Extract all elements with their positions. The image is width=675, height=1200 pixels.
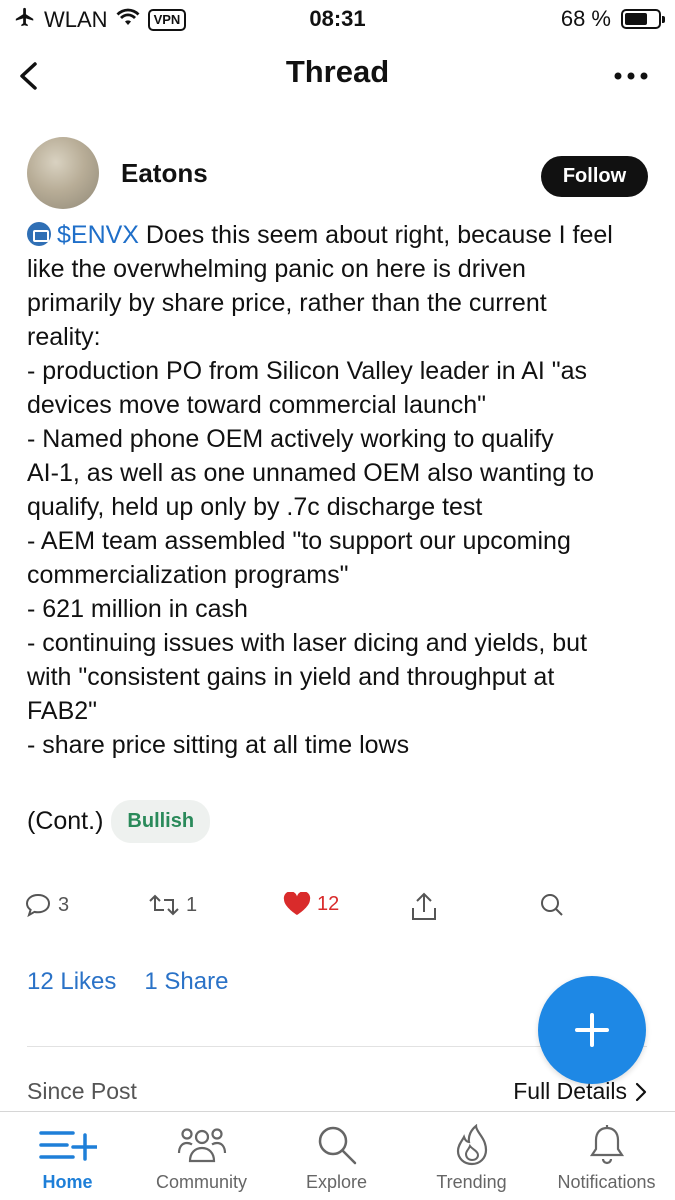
magnifier-icon: [541, 894, 563, 916]
tab-notifications-label: Notifications: [557, 1172, 656, 1192]
sentiment-badge: Bullish: [111, 800, 211, 843]
plus-icon: [575, 1013, 609, 1047]
comment-count: 3: [58, 893, 70, 916]
tab-home-label: Home: [42, 1172, 93, 1192]
post-stats: 12 Likes 1 Share: [27, 968, 228, 996]
post-line: - Named phone OEM actively working to qu…: [27, 425, 554, 453]
page-title: Thread: [285, 54, 390, 89]
tab-explore-label: Explore: [305, 1172, 368, 1192]
post-line: - AEM team assembled "to support our upc…: [27, 527, 571, 555]
tab-community[interactable]: Community: [134, 1122, 269, 1193]
since-post-label: Since Post: [27, 1078, 137, 1104]
full-details-link[interactable]: Full Details: [513, 1078, 647, 1105]
home-feed-icon: [38, 1131, 97, 1161]
avatar[interactable]: [27, 137, 99, 209]
post-actions: 3 1 12: [24, 892, 654, 932]
tab-notifications[interactable]: Notifications: [539, 1122, 674, 1193]
shares-link[interactable]: 1 Share: [144, 968, 228, 996]
nav-bar: Thread: [0, 40, 675, 112]
author-name[interactable]: Eatons: [121, 158, 208, 189]
compose-fab[interactable]: [538, 976, 646, 1084]
share-button[interactable]: [410, 892, 438, 922]
continued-label: (Cont.): [27, 807, 104, 835]
search-icon: [318, 1126, 356, 1165]
battery-icon: [621, 9, 665, 29]
post-line: - share price sitting at all time lows: [27, 731, 410, 759]
ticker-logo-icon: [27, 222, 51, 246]
like-count: 12: [317, 892, 340, 915]
status-right: 68 %: [560, 6, 665, 32]
post-line: FAB2": [27, 697, 98, 725]
tab-explore[interactable]: Explore: [269, 1122, 404, 1193]
post-line: primarily by share price, rather than th…: [27, 289, 547, 317]
search-post-button[interactable]: [539, 892, 565, 918]
like-button[interactable]: 12: [283, 892, 339, 916]
post-line: reality:: [27, 323, 101, 351]
reshare-count: 1: [186, 893, 198, 916]
post-body: $ENVX Does this seem about right, becaus…: [27, 218, 652, 762]
more-options-button[interactable]: [609, 58, 653, 94]
tab-bar: Home Community Explore Trending Notifica…: [0, 1111, 675, 1200]
follow-button[interactable]: Follow: [541, 156, 648, 197]
ticker-link[interactable]: $ENVX: [57, 221, 139, 249]
post-line: with "consistent gains in yield and thro…: [27, 663, 555, 691]
tab-home[interactable]: Home: [0, 1122, 135, 1193]
post-line: like the overwhelming panic on here is d…: [27, 255, 526, 283]
post-line: - 621 million in cash: [27, 595, 248, 623]
reshare-button[interactable]: 1: [148, 892, 197, 918]
tab-trending-label: Trending: [436, 1172, 507, 1192]
post-line: - continuing issues with laser dicing an…: [27, 629, 588, 657]
chevron-right-icon: [635, 1082, 647, 1101]
ellipsis-icon: [614, 72, 648, 80]
post-line-0: $ENVX Does this seem about right, becaus…: [27, 218, 652, 252]
post-line: AI-1, as well as one unnamed OEM also wa…: [27, 459, 594, 487]
post-line: - production PO from Silicon Valley lead…: [27, 357, 588, 385]
comment-icon: [25, 893, 51, 918]
share-icon: [412, 892, 436, 920]
post-line: devices move toward commercial launch": [27, 391, 487, 419]
status-bar: WLAN VPN 08:31 68 %: [0, 0, 675, 40]
community-icon: [177, 1128, 226, 1163]
comment-button[interactable]: 3: [24, 892, 69, 918]
flame-icon: [456, 1124, 487, 1166]
bell-icon: [589, 1125, 624, 1165]
post-line: qualify, held up only by .7c discharge t…: [27, 493, 483, 521]
tab-trending[interactable]: Trending: [404, 1122, 539, 1193]
heart-icon: [283, 892, 311, 915]
post-line: commercialization programs": [27, 561, 349, 589]
tab-community-label: Community: [155, 1172, 248, 1192]
battery-percent: 68 %: [560, 6, 611, 31]
cont-row: (Cont.) Bullish: [27, 800, 211, 843]
likes-link[interactable]: 12 Likes: [27, 968, 116, 996]
repost-icon: [149, 894, 179, 916]
